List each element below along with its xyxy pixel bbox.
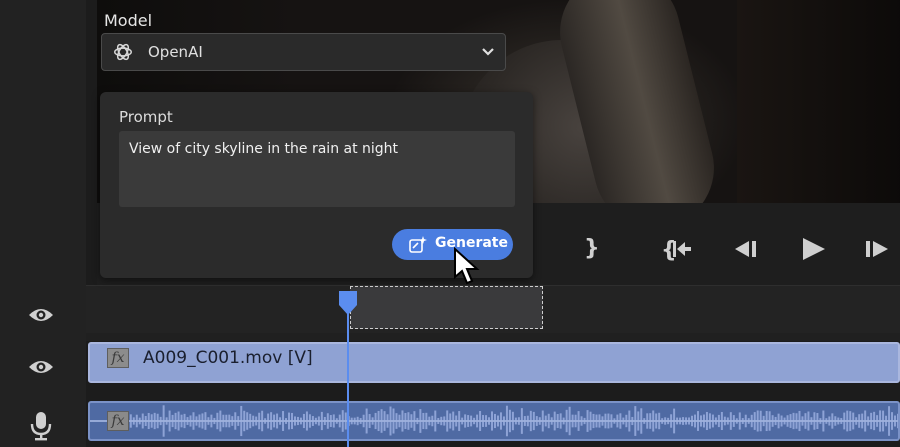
step-back-icon: [735, 241, 756, 257]
prompt-input[interactable]: View of city skyline in the rain at nigh…: [119, 131, 515, 207]
openai-logo-icon: [114, 43, 132, 61]
go-to-in-button[interactable]: {: [661, 233, 693, 275]
mouse-cursor-icon: [454, 247, 480, 285]
step-forward-icon: [866, 241, 888, 257]
toggle-track-output-icon[interactable]: [27, 305, 55, 329]
play-icon: [803, 238, 825, 260]
generate-sparkle-icon: [409, 236, 427, 253]
chevron-down-icon: [482, 48, 494, 56]
step-forward-button[interactable]: [864, 233, 892, 275]
fx-badge[interactable]: fx: [107, 348, 129, 368]
track-separator: [86, 333, 900, 341]
microphone-icon[interactable]: [30, 411, 52, 445]
playhead-handle-icon[interactable]: [338, 290, 358, 316]
video-track-eye-icon[interactable]: [27, 357, 55, 381]
mark-out-button[interactable]: }: [584, 233, 600, 265]
prompt-label: Prompt: [119, 108, 173, 126]
generation-target-region[interactable]: [350, 286, 543, 329]
model-dropdown[interactable]: OpenAI: [101, 33, 506, 71]
model-selected-value: OpenAI: [148, 43, 203, 61]
model-label: Model: [104, 11, 153, 30]
video-clip-name: A009_C001.mov [V]: [143, 348, 313, 368]
audio-clip[interactable]: fx: [88, 401, 900, 441]
audio-fx-badge[interactable]: fx: [107, 411, 129, 431]
audio-waveform: [90, 405, 898, 437]
playhead-line[interactable]: [347, 300, 349, 447]
video-clip[interactable]: fx A009_C001.mov [V]: [88, 342, 900, 383]
play-button[interactable]: [800, 233, 828, 275]
step-back-button[interactable]: [733, 233, 761, 275]
go-to-in-icon: {: [661, 238, 691, 263]
